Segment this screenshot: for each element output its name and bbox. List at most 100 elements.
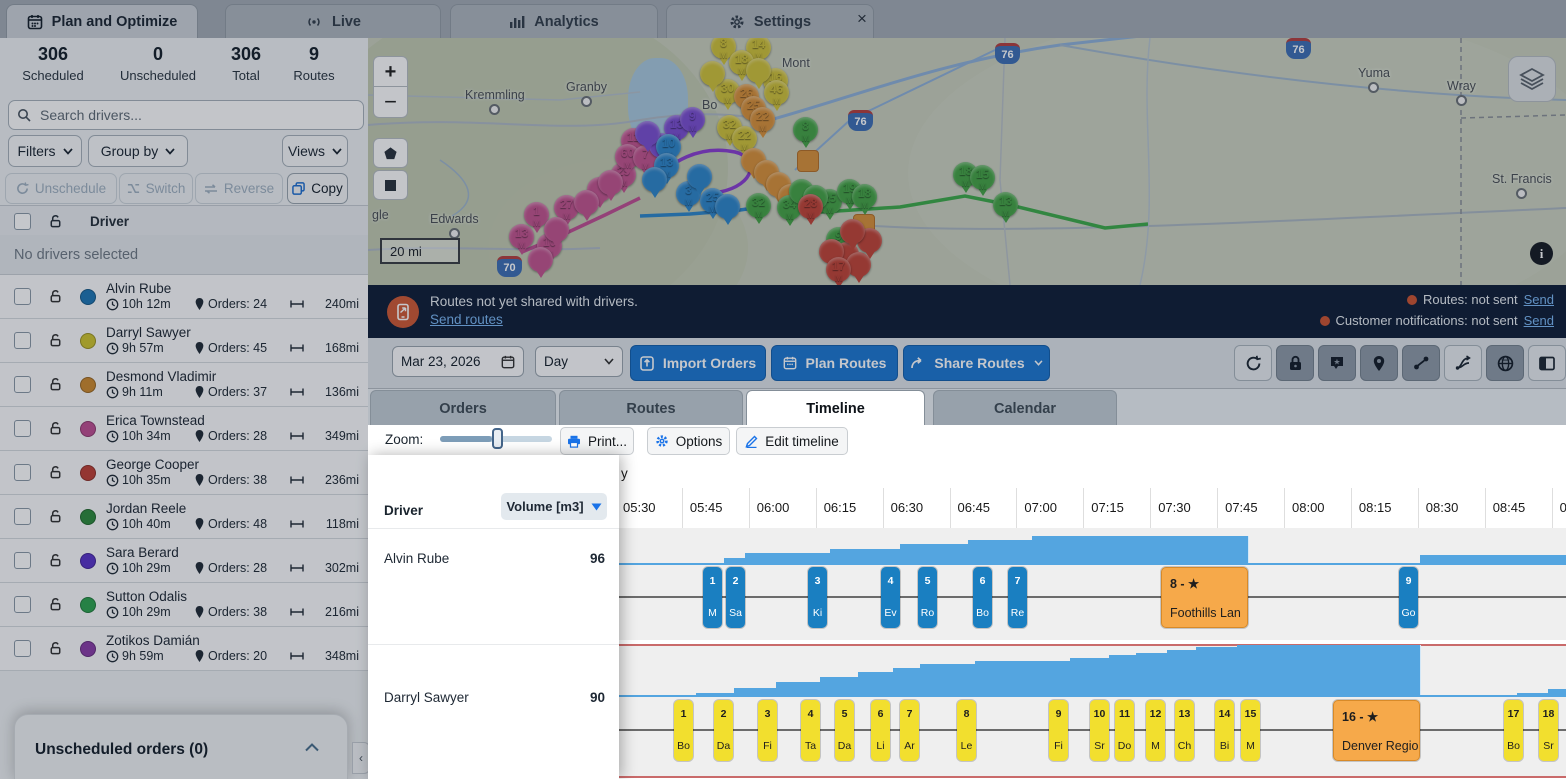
map-pin[interactable] <box>840 219 865 244</box>
driver-row[interactable]: Zotikos Damián9h 59mOrders: 20348mi <box>0 627 368 671</box>
stop-chip[interactable]: 6Li <box>871 700 890 761</box>
stop-chip[interactable]: 1Bo <box>674 700 693 761</box>
chevron-up-icon[interactable] <box>305 739 319 757</box>
stop-chip[interactable]: 17Bo <box>1504 700 1523 761</box>
select-all-checkbox[interactable] <box>14 213 31 230</box>
map-zoom-out-button[interactable]: − <box>373 86 408 118</box>
map-pin[interactable]: 8M <box>793 117 818 142</box>
driver-checkbox[interactable] <box>14 596 31 613</box>
priority-stop-chip[interactable]: 16 - ★Denver Regio <box>1333 700 1420 761</box>
map-pin[interactable]: 32M <box>746 193 771 218</box>
driver-row[interactable]: Desmond Vladimir9h 11mOrders: 37136mi <box>0 363 368 407</box>
driver-checkbox[interactable] <box>14 464 31 481</box>
lock-column-icon[interactable] <box>48 214 63 229</box>
stop-chip[interactable]: 10Sr <box>1090 700 1109 761</box>
refresh-map-button[interactable] <box>1234 345 1272 381</box>
lock-icon[interactable] <box>48 377 63 392</box>
stop-chip[interactable]: 2Sa <box>726 567 745 628</box>
stop-chip[interactable]: 14Bi <box>1215 700 1234 761</box>
map-zoom-in-button[interactable]: + <box>373 56 408 88</box>
stop-chip[interactable]: 15M <box>1241 700 1260 761</box>
map-pin[interactable] <box>687 164 712 189</box>
stop-chip[interactable]: 4Ev <box>881 567 900 628</box>
plan-routes-button[interactable]: Plan Routes <box>771 345 898 381</box>
stop-chip[interactable]: 3Ki <box>808 567 827 628</box>
map-pin[interactable]: 22M <box>750 107 775 132</box>
lock-icon[interactable] <box>48 597 63 612</box>
map-info-button[interactable]: i <box>1530 242 1553 265</box>
stop-chip[interactable]: 2Da <box>714 700 733 761</box>
map-pin[interactable] <box>642 167 667 192</box>
map-style-button[interactable] <box>1486 345 1524 381</box>
stop-chip[interactable]: 1M <box>703 567 722 628</box>
stop-chip[interactable]: 5Da <box>835 700 854 761</box>
map-pin[interactable]: 15M <box>970 165 995 190</box>
driver-row[interactable]: Alvin Rube10h 12mOrders: 24240mi <box>0 275 368 319</box>
close-icon[interactable]: × <box>852 9 872 29</box>
lock-icon[interactable] <box>48 465 63 480</box>
switch-button[interactable]: Switch <box>119 173 193 204</box>
route-map[interactable]: 13M10M1M27M29M12M60M7M13M9M10M13M3M25M8M… <box>368 38 1566 285</box>
zoom-slider-handle[interactable] <box>492 428 503 449</box>
stop-chip[interactable]: 12M <box>1146 700 1165 761</box>
map-pin[interactable] <box>544 217 569 242</box>
driver-checkbox[interactable] <box>14 420 31 437</box>
filters-dropdown[interactable]: Filters <box>8 135 82 167</box>
driver-checkbox[interactable] <box>14 508 31 525</box>
map-pin[interactable] <box>598 170 623 195</box>
map-pin[interactable] <box>700 61 725 86</box>
stop-chip[interactable]: 3Fi <box>758 700 777 761</box>
copy-button[interactable]: Copy <box>287 173 348 204</box>
show-paths-button[interactable] <box>1444 345 1482 381</box>
reverse-button[interactable]: Reverse <box>195 173 283 204</box>
views-dropdown[interactable]: Views <box>282 135 348 167</box>
tab-timeline[interactable]: Timeline <box>746 390 925 426</box>
show-stops-button[interactable] <box>1402 345 1440 381</box>
search-input[interactable] <box>38 106 312 124</box>
driver-row[interactable]: George Cooper10h 35mOrders: 38236mi <box>0 451 368 495</box>
stop-chip[interactable]: 9Fi <box>1049 700 1068 761</box>
driver-row[interactable]: Sutton Odalis10h 29mOrders: 38216mi <box>0 583 368 627</box>
map-pin[interactable] <box>715 194 740 219</box>
date-picker[interactable]: Mar 23, 2026 <box>392 346 524 377</box>
group-by-dropdown[interactable]: Group by <box>88 135 188 167</box>
tab-plan-and-optimize[interactable]: Plan and Optimize <box>6 4 198 39</box>
lock-icon[interactable] <box>48 509 63 524</box>
lock-icon[interactable] <box>48 421 63 436</box>
map-pin[interactable] <box>528 247 553 272</box>
stop-chip[interactable]: 13Ch <box>1175 700 1194 761</box>
tab-routes[interactable]: Routes <box>559 390 743 426</box>
map-layers-button[interactable] <box>1508 56 1556 102</box>
stop-chip[interactable]: 7Ar <box>900 700 919 761</box>
driver-checkbox[interactable] <box>14 376 31 393</box>
map-pin[interactable] <box>574 190 599 215</box>
metric-selector-dropdown[interactable]: Volume [m3] <box>501 493 607 520</box>
lock-routes-button[interactable] <box>1276 345 1314 381</box>
unschedule-button[interactable]: Unschedule <box>5 173 117 204</box>
driver-row[interactable]: Darryl Sawyer9h 57mOrders: 45168mi <box>0 319 368 363</box>
send-routes-link[interactable]: Send routes <box>430 312 503 327</box>
send-link[interactable]: Send <box>1524 292 1554 307</box>
import-orders-button[interactable]: Import Orders <box>630 345 766 381</box>
stop-chip[interactable]: 4Ta <box>801 700 820 761</box>
lock-icon[interactable] <box>48 289 63 304</box>
map-pin[interactable]: 17M <box>826 257 851 282</box>
send-link[interactable]: Send <box>1524 313 1554 328</box>
print-button[interactable]: Print... <box>560 427 634 455</box>
toggle-panel-button[interactable] <box>1528 345 1566 381</box>
map-pin[interactable]: 28M <box>798 194 823 219</box>
range-select[interactable]: Day <box>535 346 623 377</box>
stop-chip[interactable]: 7Re <box>1008 567 1027 628</box>
map-pin[interactable]: 18M <box>852 184 877 209</box>
driver-checkbox[interactable] <box>14 332 31 349</box>
map-pin[interactable]: 46M <box>764 80 789 105</box>
poi-badge-button[interactable]: ★ <box>1318 345 1356 381</box>
lock-icon[interactable] <box>48 333 63 348</box>
stop-chip[interactable]: 11Do <box>1115 700 1134 761</box>
stop-chip[interactable]: 8Le <box>957 700 976 761</box>
lock-icon[interactable] <box>48 553 63 568</box>
timeline-panel-row[interactable]: Darryl Sawyer90 <box>368 644 619 778</box>
lock-icon[interactable] <box>48 641 63 656</box>
show-pins-button[interactable] <box>1360 345 1398 381</box>
driver-row[interactable]: Erica Townstead10h 34mOrders: 28349mi <box>0 407 368 451</box>
